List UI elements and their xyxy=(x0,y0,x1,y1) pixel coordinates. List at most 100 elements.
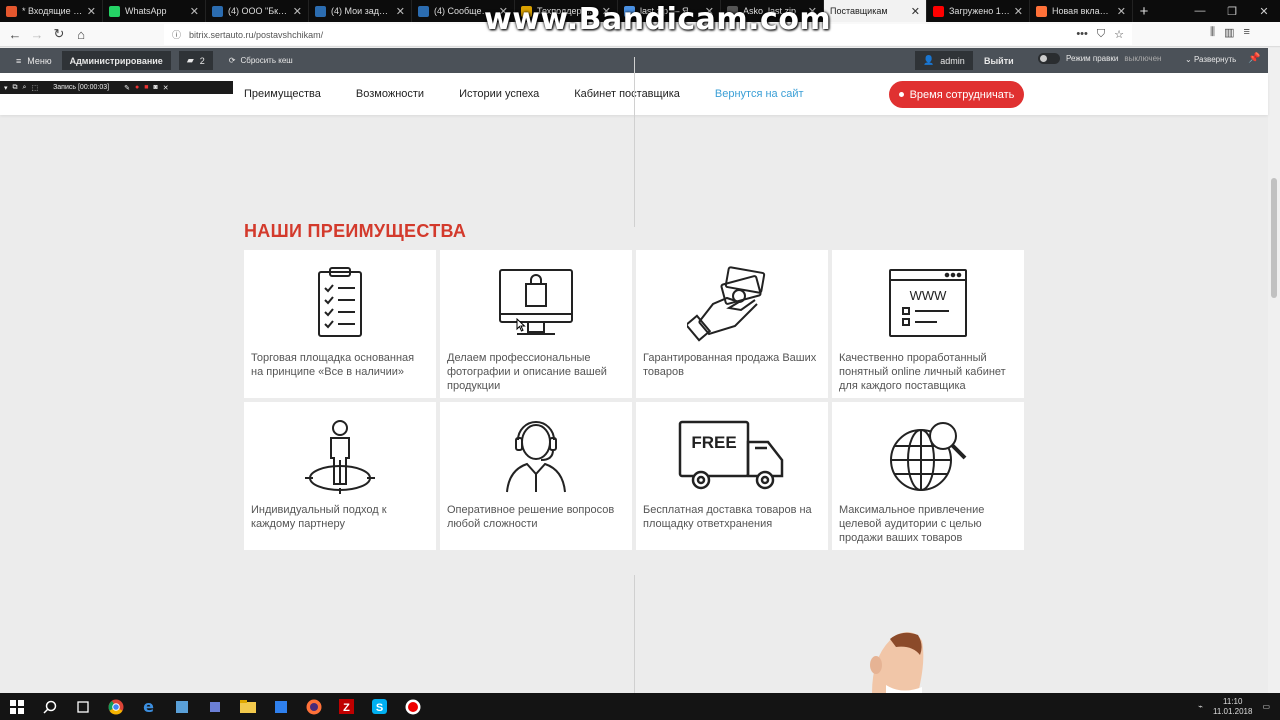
dot-icon xyxy=(898,92,904,97)
region-icon[interactable]: ⬚ xyxy=(31,84,38,92)
nav-back-to-site[interactable]: Вернутся на сайт xyxy=(715,88,804,100)
chrome-icon[interactable] xyxy=(99,693,132,720)
advantage-card: FREE Бесплатная доставка товаров на площ… xyxy=(636,402,828,550)
pencil-icon[interactable]: ✎ xyxy=(124,84,130,92)
toggle-switch[interactable] xyxy=(1038,53,1060,64)
record-dot-icon[interactable]: ● xyxy=(135,84,139,91)
edge-icon[interactable]: e xyxy=(132,693,165,720)
maximize-icon[interactable]: ❐ xyxy=(1216,0,1248,22)
search-icon[interactable] xyxy=(33,693,66,720)
sidebar-icon[interactable]: ▥ xyxy=(1224,26,1234,39)
plus-icon[interactable]: + xyxy=(1133,0,1155,22)
notifications-button[interactable]: ▰ 2 xyxy=(178,51,213,70)
mascot-illustration xyxy=(870,632,924,693)
tab-label: Поставщикам xyxy=(830,6,888,16)
mouse-cursor-icon xyxy=(516,318,526,332)
skype-icon[interactable]: S xyxy=(363,693,396,720)
browser-tab[interactable]: (4) Мои задачи ✕ xyxy=(309,0,412,22)
camera-icon[interactable]: ◙ xyxy=(153,84,157,91)
person-target-icon xyxy=(305,420,375,494)
more-actions-icon[interactable]: ••• xyxy=(1076,28,1088,41)
advantage-card: Торговая площадка основанная на принципе… xyxy=(244,250,436,398)
close-icon[interactable]: ✕ xyxy=(163,84,169,92)
expand-button[interactable]: ⌄ Развернуть xyxy=(1185,55,1236,64)
bandicam-icon[interactable] xyxy=(396,693,429,720)
zoom-icon[interactable]: ⌕ xyxy=(23,84,27,92)
hamburger-menu-icon[interactable]: ≡ xyxy=(1243,26,1249,39)
nav-supplier-cabinet[interactable]: Кабинет поставщика xyxy=(574,88,680,100)
close-icon[interactable]: ✕ xyxy=(190,5,199,18)
window-controls: — ❐ ✕ xyxy=(1184,0,1280,22)
notifications-icon[interactable]: ▭ xyxy=(1262,702,1270,711)
close-icon[interactable]: ✕ xyxy=(87,5,96,18)
tab-label: Новая вкладка xyxy=(1052,6,1113,16)
home-icon[interactable]: ⌂ xyxy=(70,23,92,45)
network-icon[interactable]: ⌁ xyxy=(1198,702,1203,711)
browser-tab[interactable]: (4) ООО "Бкксоф ✕ xyxy=(206,0,309,22)
app-icon[interactable] xyxy=(165,693,198,720)
browser-tab-active[interactable]: Поставщикам ✕ xyxy=(824,0,927,22)
scrollbar-thumb[interactable] xyxy=(1271,178,1277,298)
windows-taskbar: e Z S ⌁ 11:10 11.01.2018 ▭ xyxy=(0,693,1280,720)
cooperate-button[interactable]: Время сотрудничать xyxy=(889,81,1024,108)
administration-button[interactable]: Администрирование xyxy=(61,51,171,70)
task-view-icon[interactable] xyxy=(66,693,99,720)
close-icon[interactable]: ✕ xyxy=(1117,5,1126,18)
edit-mode-toggle[interactable]: Режим правки выключен xyxy=(1038,53,1161,64)
clipboard-checklist-icon xyxy=(318,267,362,337)
browser-window-www-icon: WWW xyxy=(889,269,967,337)
clock[interactable]: 11:10 11.01.2018 xyxy=(1213,697,1252,717)
network-app-icon[interactable] xyxy=(198,693,231,720)
advantage-text: Оперативное решение вопросов любой сложн… xyxy=(447,504,615,530)
browser-tab[interactable]: Загружено 1 из 1 ✕ xyxy=(927,0,1030,22)
info-icon[interactable]: ⓘ xyxy=(172,28,181,41)
hamburger-icon: ≡ xyxy=(16,55,22,66)
nav-advantages[interactable]: Преимущества xyxy=(244,88,321,100)
nav-features[interactable]: Возможности xyxy=(356,88,424,100)
reload-icon[interactable]: ↻ xyxy=(48,23,70,45)
tab-favicon xyxy=(418,5,429,17)
tab-favicon xyxy=(1036,5,1047,17)
pin-icon[interactable]: 📌 xyxy=(1248,53,1260,64)
advantage-text: Максимальное привлечение целевой аудитор… xyxy=(839,504,985,544)
recorder-toolbar: ▾ ⧉ ⌕ ⬚ Запись [00:00:03] ✎ ● ■ ◙ ✕ xyxy=(0,81,233,94)
notes-app-icon[interactable] xyxy=(264,693,297,720)
close-icon[interactable]: ✕ xyxy=(911,5,920,18)
close-window-icon[interactable]: ✕ xyxy=(1248,0,1280,22)
window-mode-icon[interactable]: ⧉ xyxy=(13,84,18,92)
tab-favicon xyxy=(6,5,17,17)
browser-tab[interactable]: WhatsApp ✕ xyxy=(103,0,206,22)
edit-mode-label: Режим правки xyxy=(1066,54,1119,63)
forward-arrow-icon[interactable]: → xyxy=(26,23,48,45)
firefox-icon[interactable] xyxy=(297,693,330,720)
tab-label: * Входящие — Ян xyxy=(22,6,83,16)
advantage-text: Бесплатная доставка товаров на площадку … xyxy=(643,504,812,530)
notifications-count: 2 xyxy=(199,55,205,66)
close-icon[interactable]: ✕ xyxy=(396,5,405,18)
browser-tab[interactable]: * Входящие — Ян ✕ xyxy=(0,0,103,22)
advantage-card: Делаем профессиональные фотографии и опи… xyxy=(440,250,632,398)
dropdown-icon[interactable]: ▾ xyxy=(4,84,8,92)
back-arrow-icon[interactable]: ← xyxy=(4,23,26,45)
recording-watermark: www.Bandicam.com xyxy=(484,2,832,37)
advantages-grid: Торговая площадка основанная на принципе… xyxy=(244,250,1024,550)
admin-user-button[interactable]: 👤 admin xyxy=(915,51,973,70)
library-icon[interactable]: ⫼ xyxy=(1210,26,1215,39)
filezilla-icon[interactable]: Z xyxy=(330,693,363,720)
minimize-icon[interactable]: — xyxy=(1184,0,1216,22)
windows-start-icon[interactable] xyxy=(0,693,33,720)
browser-tab[interactable]: Новая вкладка ✕ xyxy=(1030,0,1133,22)
close-icon[interactable]: ✕ xyxy=(293,5,302,18)
advantage-card: Максимальное привлечение целевой аудитор… xyxy=(832,402,1024,550)
pocket-icon[interactable]: ⛉ xyxy=(1097,28,1105,41)
bookmark-star-icon[interactable]: ☆ xyxy=(1114,28,1124,41)
clear-cache-label: Сбросить кеш xyxy=(240,56,293,65)
page-scrollbar[interactable] xyxy=(1268,48,1280,693)
close-icon[interactable]: ✕ xyxy=(1014,5,1023,18)
nav-success-stories[interactable]: Истории успеха xyxy=(459,88,539,100)
stop-icon[interactable]: ■ xyxy=(144,84,148,91)
file-explorer-icon[interactable] xyxy=(231,693,264,720)
admin-menu-button[interactable]: ≡ Меню xyxy=(0,56,62,66)
clear-cache-button[interactable]: ⟳ Сбросить кеш xyxy=(229,56,293,65)
logout-button[interactable]: Выйти xyxy=(984,51,1014,70)
